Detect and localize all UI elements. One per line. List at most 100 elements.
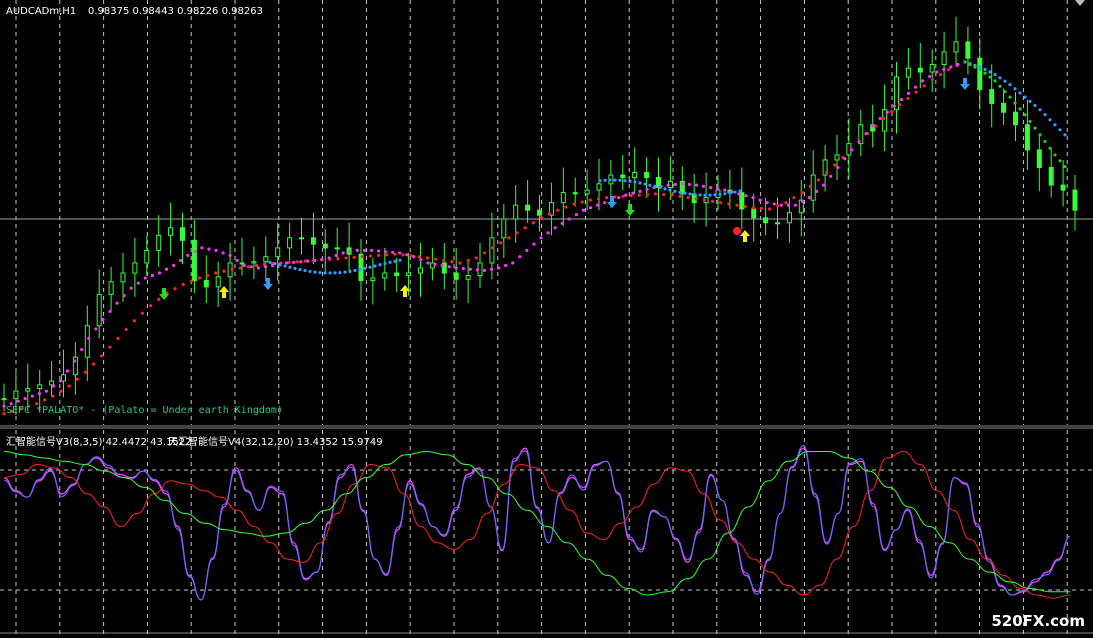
ma-fast-point (850, 148, 854, 152)
ma-fast-point (539, 236, 543, 240)
ma-fast-point (800, 199, 805, 204)
ma-green-point (993, 79, 997, 83)
candle-body (953, 41, 959, 53)
ma-green-point (1063, 165, 1067, 169)
ma-green-point (1038, 133, 1042, 137)
ma-blue-point (313, 270, 317, 274)
ma-slow-point (727, 202, 731, 206)
dropdown-arrow-icon[interactable] (1075, 0, 1085, 6)
candle-body (406, 272, 412, 277)
ma-slow-point (148, 304, 153, 308)
ma-fast-point (23, 397, 27, 401)
ma-blue-point (1033, 103, 1037, 108)
ma-slow-point (214, 271, 218, 275)
candle-body (537, 209, 542, 216)
ma-green-point (968, 62, 972, 67)
ma-fast-point (836, 165, 840, 170)
osc-slow-line (3, 451, 1071, 599)
ma-slow-point (523, 226, 527, 230)
ma-fast-point (65, 369, 70, 373)
ma-green-point (983, 71, 987, 75)
candle-body (929, 63, 935, 73)
ma-slow-point (140, 311, 145, 315)
candle-body (1, 398, 7, 401)
ma-slow-point (75, 377, 79, 381)
ma-blue-point (1043, 113, 1047, 117)
ma-blue-point (378, 263, 382, 267)
ma-slow-point (539, 216, 544, 220)
ma-slow-point (784, 201, 788, 205)
candle-body (560, 192, 566, 204)
ma-fast-point (426, 261, 430, 265)
ma-slow-point (360, 255, 364, 259)
candle-body (1001, 102, 1007, 113)
candle-body (263, 256, 269, 263)
ma-fast-point (595, 203, 600, 207)
ma-slow-point (425, 256, 430, 260)
ma-slow-point (100, 354, 104, 358)
ma-blue-point (653, 184, 657, 189)
ma-fast-point (574, 213, 578, 217)
ma-fast-point (200, 246, 204, 250)
candle-body (465, 275, 471, 280)
ma-slow-point (458, 261, 462, 265)
ma-blue-point (303, 268, 307, 273)
ma-fast-point (942, 67, 946, 72)
ma-blue-point (1053, 123, 1057, 127)
ma-slow-point (336, 256, 340, 261)
ma-fast-point (815, 189, 819, 193)
ma-slow-point (686, 196, 690, 200)
candle-body (917, 67, 923, 73)
ma-slow-point (531, 221, 535, 225)
ma-fast-point (581, 208, 586, 212)
ma-fast-point (398, 251, 402, 255)
ma-fast-point (242, 263, 246, 268)
ma-fast-point (122, 294, 126, 298)
ma-slow-point (222, 269, 226, 273)
ma-fast-point (694, 183, 699, 187)
ma-blue-point (293, 266, 297, 271)
ma-slow-point (645, 192, 649, 197)
ma-fast-point (956, 62, 960, 67)
candle-body (215, 276, 221, 288)
candle-body (489, 237, 495, 264)
ma-slow-point (710, 199, 715, 204)
ma-slow-point (246, 265, 250, 269)
ma-blue-point (368, 265, 372, 269)
ma-slow-point (833, 163, 837, 167)
ma-green-point (1033, 126, 1037, 130)
ma-blue-point (1023, 95, 1027, 99)
ma-fast-point (497, 266, 501, 270)
ma-slow-point (295, 260, 299, 264)
ma-slow-point (181, 282, 185, 286)
ma-blue-point (1013, 87, 1017, 91)
ma-slow-point (238, 266, 242, 270)
watermark: 520FX.com (991, 612, 1085, 630)
ma-fast-point (892, 104, 896, 108)
ma-green-point (1008, 95, 1012, 99)
ma-fast-point (235, 258, 239, 263)
ma-blue-point (613, 178, 617, 182)
ma-green-point (1023, 113, 1027, 117)
candle-body (251, 261, 257, 264)
ma-blue-point (1048, 118, 1052, 122)
ma-blue-point (1003, 79, 1007, 83)
candle-body (989, 89, 995, 104)
ma-fast-point (51, 384, 56, 388)
ma-fast-point (701, 184, 706, 188)
ma-blue-point (678, 190, 682, 194)
ma-fast-point (214, 248, 218, 253)
ma-fast-point (737, 192, 741, 196)
ma-blue-point (693, 192, 697, 197)
ma-fast-point (666, 183, 670, 187)
ma-blue-point (393, 259, 397, 263)
ma-blue-point (358, 267, 362, 272)
chart-canvas (0, 0, 1093, 634)
ma-fast-point (603, 201, 607, 205)
ma-fast-point (16, 399, 20, 403)
ma-blue-point (633, 180, 637, 184)
ma-green-point (963, 60, 967, 64)
ma-green-point (1053, 153, 1057, 157)
candle-body (25, 388, 31, 392)
ma-blue-point (278, 263, 282, 267)
